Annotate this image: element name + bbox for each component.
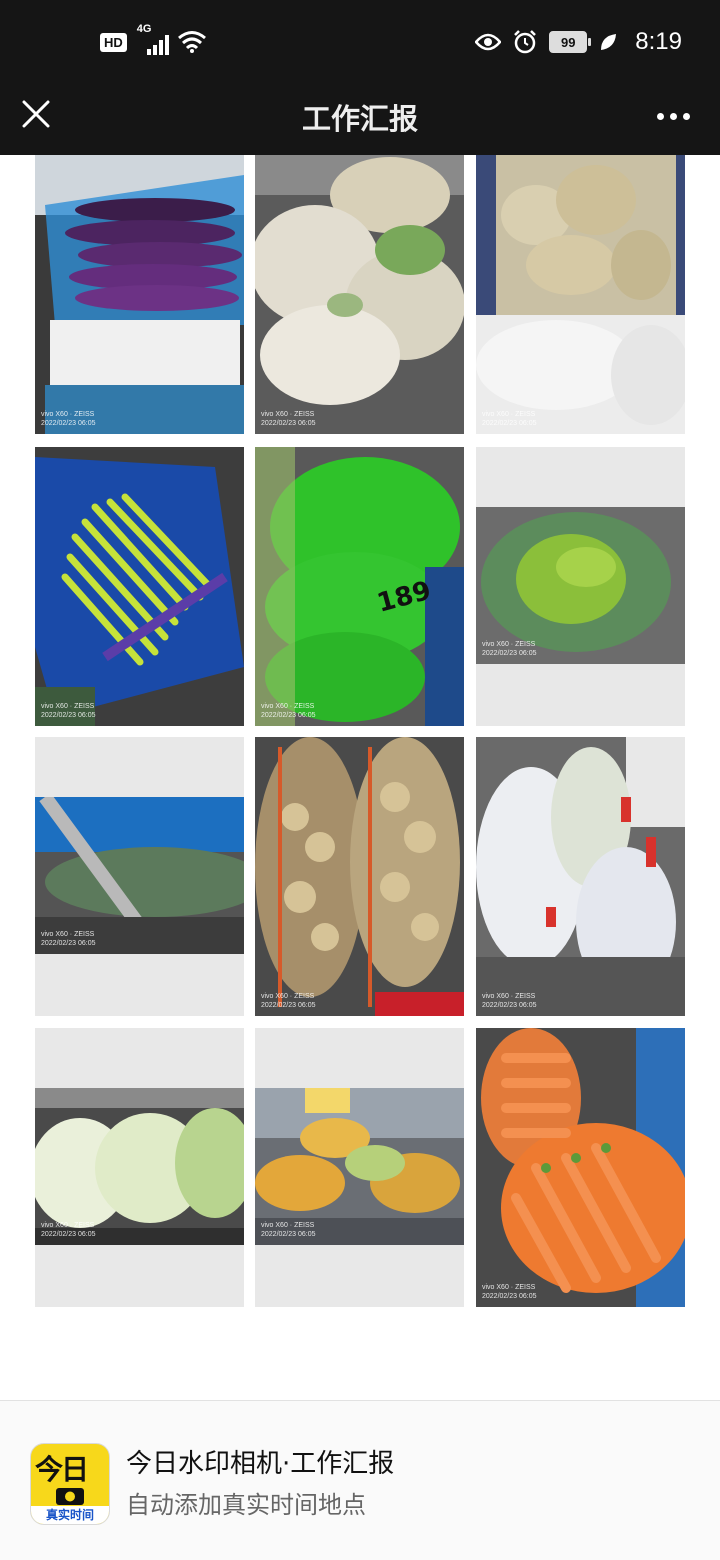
status-bar: HD 4G 99 8:19 bbox=[0, 0, 720, 84]
photo-carrots[interactable]: vivo X60 · ZEISS 2022/02/23 06:05 bbox=[476, 1028, 685, 1307]
photo-white-radish[interactable]: vivo X60 · ZEISS 2022/02/23 06:05 bbox=[476, 737, 685, 1016]
photo-watermark: vivo X60 · ZEISS 2022/02/23 06:05 bbox=[482, 1284, 537, 1300]
photo-watermark: vivo X60 · ZEISS 2022/02/23 06:05 bbox=[482, 641, 537, 657]
photo-wax-gourd[interactable]: vivo X60 · ZEISS 2022/02/23 06:05 bbox=[35, 737, 244, 1016]
clock: 8:19 bbox=[635, 28, 682, 55]
photo-watermark: vivo X60 · ZEISS 2022/02/23 06:05 bbox=[261, 411, 316, 427]
logo-top-text: 今日 bbox=[35, 1453, 89, 1486]
photo-watermark: vivo X60 · ZEISS 2022/02/23 06:05 bbox=[261, 993, 316, 1009]
photo-watermark: vivo X60 · ZEISS 2022/02/23 06:05 bbox=[41, 703, 96, 719]
hd-badge: HD bbox=[100, 32, 127, 52]
signal-icon: 4G bbox=[137, 23, 169, 55]
page-title: 工作汇报 bbox=[301, 102, 418, 136]
photo-grid: vivo X60 · ZEISS 2022/02/23 06:05 vivo X6… bbox=[0, 155, 720, 1325]
photo-potatoes[interactable]: vivo X60 · ZEISS 2022/02/23 06:05 bbox=[255, 737, 464, 1016]
photo-green-bags[interactable]: 189 vivo X60 · ZEISS 2022/02/23 06:05 bbox=[255, 447, 464, 726]
photo-watermark: vivo X60 · ZEISS 2022/02/23 06:05 bbox=[261, 703, 316, 719]
app-subtitle: 自动添加真实时间地点 bbox=[126, 1491, 366, 1519]
wifi-icon bbox=[177, 31, 206, 53]
eye-icon bbox=[475, 33, 502, 51]
photo-napa-cabbage[interactable]: vivo X60 · ZEISS 2022/02/23 06:05 bbox=[35, 1028, 244, 1307]
photo-cabbage-nets[interactable]: vivo X60 · ZEISS 2022/02/23 06:05 bbox=[255, 1028, 464, 1307]
more-button[interactable] bbox=[648, 104, 698, 128]
leaf-icon bbox=[601, 34, 617, 50]
app-promo-banner[interactable]: 今日 真实时间 今日水印相机·工作汇报 自动添加真实时间地点 bbox=[0, 1401, 720, 1560]
app-logo[interactable]: 今日 真实时间 bbox=[30, 1443, 110, 1525]
photo-watermark: vivo X60 · ZEISS 2022/02/23 06:05 bbox=[482, 411, 537, 427]
camera-icon bbox=[56, 1488, 84, 1505]
photo-cauliflower[interactable]: vivo X60 · ZEISS 2022/02/23 06:05 bbox=[255, 155, 464, 434]
alarm-icon bbox=[514, 30, 537, 54]
network-type: 4G bbox=[136, 23, 152, 35]
photo-watermark: vivo X60 · ZEISS 2022/02/23 06:05 bbox=[41, 1222, 96, 1238]
title-bar: 工作汇报 bbox=[0, 84, 720, 155]
photo-watermark: vivo X60 · ZEISS 2022/02/23 06:05 bbox=[261, 1222, 316, 1238]
app-name: 今日水印相机·工作汇报 bbox=[126, 1449, 395, 1479]
photo-green-peas[interactable]: vivo X60 · ZEISS 2022/02/23 06:05 bbox=[476, 447, 685, 726]
photo-watermark: vivo X60 · ZEISS 2022/02/23 06:05 bbox=[41, 931, 96, 947]
photo-watermark: vivo X60 · ZEISS 2022/02/23 06:05 bbox=[41, 411, 96, 427]
logo-bottom-text: 真实时间 bbox=[31, 1506, 109, 1524]
photo-garlic-sprouts[interactable]: vivo X60 · ZEISS 2022/02/23 06:05 bbox=[35, 447, 244, 726]
photo-eggplant[interactable]: vivo X60 · ZEISS 2022/02/23 06:05 bbox=[35, 155, 244, 434]
photo-watermark: vivo X60 · ZEISS 2022/02/23 06:05 bbox=[482, 993, 537, 1009]
battery-indicator: 99 bbox=[549, 31, 592, 53]
photo-bamboo-shoots[interactable]: vivo X60 · ZEISS 2022/02/23 06:05 bbox=[476, 155, 685, 434]
